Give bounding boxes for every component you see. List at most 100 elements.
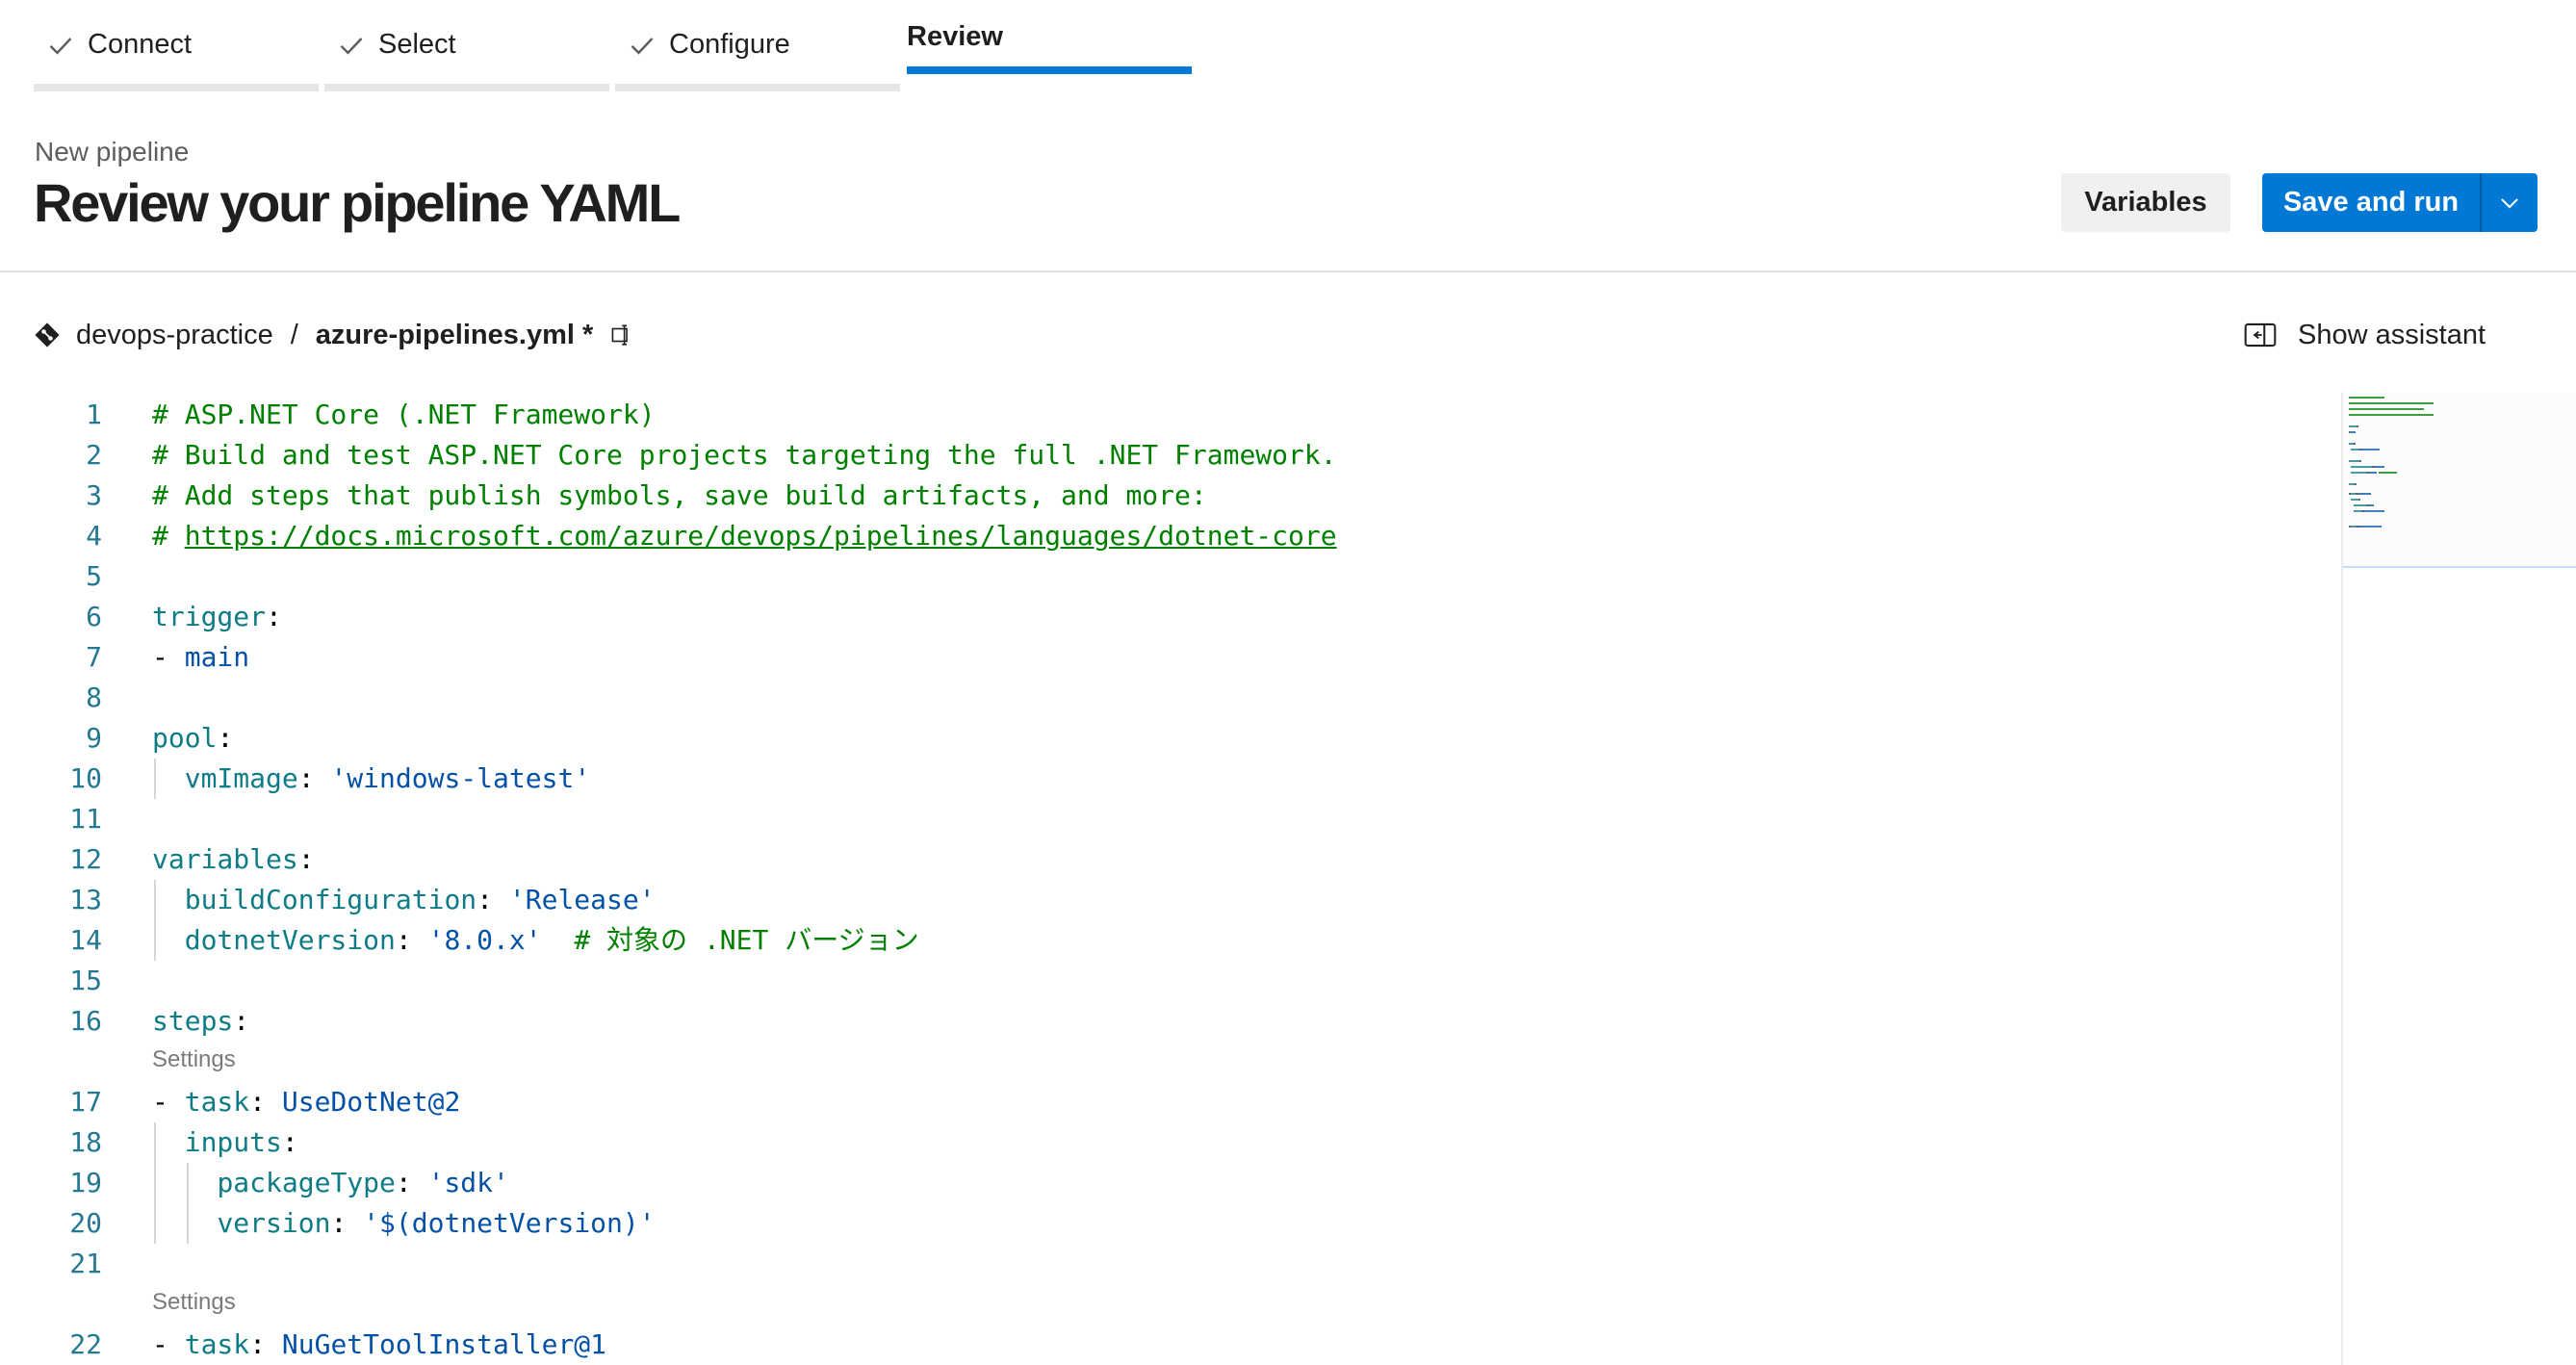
code-line[interactable]: vmImage: 'windows-latest'	[152, 759, 590, 799]
codelens-settings-link[interactable]: Settings	[152, 1288, 236, 1317]
indent-guide	[154, 880, 156, 920]
step-label: Connect	[88, 29, 193, 60]
minimap-line	[2353, 504, 2366, 506]
line-number: 2	[86, 439, 102, 471]
code-line[interactable]: - task: NuGetToolInstaller@1	[152, 1325, 606, 1365]
variables-button[interactable]: Variables	[2061, 173, 2230, 232]
indent-guide	[154, 1203, 156, 1244]
line-number: 4	[86, 520, 102, 552]
code-token: UseDotNet@2	[281, 1086, 461, 1118]
code-token: NuGetToolInstaller@1	[281, 1328, 607, 1360]
line-number: 3	[86, 479, 102, 511]
chevron-down-icon	[2501, 197, 2518, 209]
code-token: packageType	[217, 1167, 396, 1198]
code-token: inputs	[184, 1126, 282, 1158]
code-token: dotnetVersion	[184, 924, 396, 956]
step-progress-bar	[34, 84, 319, 91]
code-token: :	[477, 884, 509, 915]
indent-guide	[154, 920, 156, 961]
line-number: 10	[69, 762, 102, 794]
code-line[interactable]: # Add steps that publish symbols, save b…	[152, 476, 1207, 516]
minimap-line	[2349, 408, 2424, 410]
minimap-line	[2357, 526, 2382, 528]
code-token: '$(dotnetVersion)'	[363, 1207, 656, 1239]
code-token: :	[297, 762, 331, 794]
path-separator: /	[290, 319, 298, 350]
line-number: 7	[86, 641, 102, 673]
yaml-editor[interactable]: 1 # ASP.NET Core (.NET Framework) 2 # Build…	[0, 385, 2341, 1365]
code-line[interactable]: version: '$(dotnetVersion)'	[152, 1203, 656, 1244]
indent-guide	[154, 1122, 156, 1163]
save-and-run-button[interactable]: Save and run	[2262, 173, 2480, 232]
code-token: -	[152, 641, 185, 673]
line-number: 1	[86, 399, 102, 430]
repo-name[interactable]: devops-practice	[76, 320, 273, 351]
minimap-line	[2357, 493, 2371, 495]
code-line[interactable]: dotnetVersion: '8.0.x' # 対象の .NET バージョン	[152, 920, 919, 961]
line-number: 21	[69, 1248, 102, 1279]
header-divider	[0, 270, 2576, 272]
docs-link[interactable]: https://docs.microsoft.com/azure/devops/…	[185, 520, 1337, 552]
checkmark-icon	[49, 37, 72, 55]
file-name: azure-pipelines.yml *	[315, 319, 594, 350]
page-title: Review your pipeline YAML	[34, 172, 681, 233]
step-review[interactable]: Review	[907, 0, 1192, 91]
code-line[interactable]: pool:	[152, 718, 233, 759]
line-number: 12	[69, 843, 102, 875]
code-line[interactable]: steps:	[152, 1001, 249, 1042]
code-line[interactable]: # Build and test ASP.NET Core projects t…	[152, 435, 1337, 476]
rename-file-icon[interactable]	[610, 322, 635, 348]
code-token: :	[330, 1207, 364, 1239]
code-token: :	[395, 924, 428, 956]
minimap-line	[2368, 472, 2377, 474]
code-line[interactable]: trigger:	[152, 597, 282, 637]
code-line[interactable]: # https://docs.microsoft.com/azure/devop…	[152, 516, 1337, 556]
show-assistant-button[interactable]: Show assistant	[2244, 316, 2486, 354]
minimap-line	[2357, 499, 2360, 501]
code-token: #	[152, 520, 185, 552]
minimap-line	[2379, 472, 2398, 474]
code-token: -	[152, 1086, 185, 1118]
code-token: main	[184, 641, 250, 673]
minimap-line	[2349, 425, 2357, 427]
line-number: 18	[69, 1126, 102, 1158]
minimap-line	[2351, 466, 2372, 468]
line-number: 20	[69, 1207, 102, 1239]
minimap-viewport-slider[interactable]	[2343, 393, 2576, 568]
code-line[interactable]: - task: UseDotNet@2	[152, 1082, 460, 1122]
line-number: 22	[69, 1328, 102, 1360]
minimap-line	[2353, 443, 2356, 445]
line-number: 5	[86, 560, 102, 592]
show-assistant-label: Show assistant	[2298, 319, 2486, 350]
line-number: 16	[69, 1005, 102, 1037]
code-line[interactable]: packageType: 'sdk'	[152, 1163, 509, 1203]
code-token: # Build and test ASP.NET Core projects t…	[152, 439, 1337, 471]
code-token: buildConfiguration	[184, 884, 477, 915]
code-line[interactable]: buildConfiguration: 'Release'	[152, 880, 656, 920]
step-connect[interactable]: Connect	[34, 0, 319, 91]
minimap-line	[2349, 460, 2359, 462]
code-token: task	[184, 1086, 250, 1118]
code-line[interactable]: # ASP.NET Core (.NET Framework)	[152, 395, 656, 435]
step-configure[interactable]: Configure	[615, 0, 900, 91]
line-number: 11	[69, 803, 102, 835]
code-line[interactable]: variables:	[152, 839, 315, 880]
editor-minimap[interactable]	[2341, 393, 2576, 1365]
code-token: 'sdk'	[427, 1167, 509, 1198]
checkmark-icon	[340, 37, 363, 55]
code-line[interactable]: - main	[152, 637, 249, 678]
minimap-line	[2358, 460, 2361, 462]
code-line[interactable]: inputs:	[152, 1122, 298, 1163]
minimap-line	[2349, 402, 2434, 404]
line-number: 15	[69, 965, 102, 996]
line-number: 19	[69, 1167, 102, 1198]
save-options-dropdown-button[interactable]	[2480, 173, 2537, 232]
code-token: -	[152, 1328, 185, 1360]
minimap-line	[2351, 449, 2359, 451]
codelens-settings-link[interactable]: Settings	[152, 1045, 236, 1074]
step-select[interactable]: Select	[324, 0, 609, 91]
step-label: Configure	[669, 29, 790, 60]
code-token: pool	[152, 722, 218, 754]
code-token: :	[217, 722, 234, 754]
code-token: :	[395, 1167, 428, 1198]
